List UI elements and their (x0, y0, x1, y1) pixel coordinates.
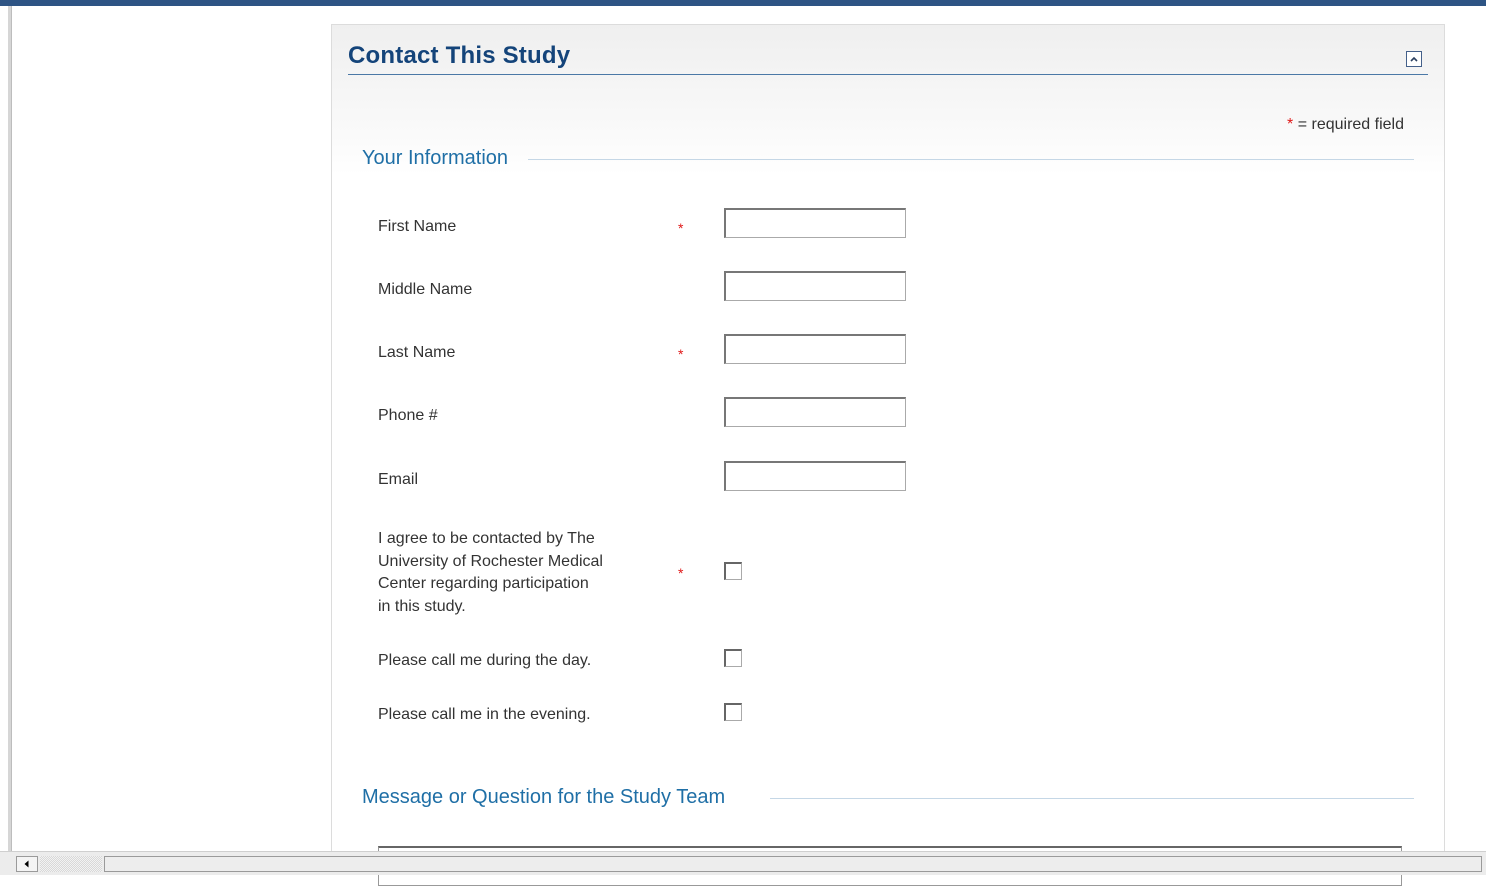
section-heading-your-information: Your Information (362, 147, 509, 169)
required-note-text: = required field (1297, 116, 1404, 133)
section-divider (528, 159, 1414, 160)
required-field-note: * = required field (1287, 116, 1404, 134)
first-name-input[interactable] (724, 208, 906, 238)
phone-input[interactable] (724, 397, 906, 427)
agree-label-line: Center regarding participation (378, 575, 589, 592)
phone-label: Phone # (378, 407, 438, 424)
email-input[interactable] (724, 461, 906, 491)
scrollbar-track[interactable] (40, 856, 102, 872)
panel-title: Contact This Study (348, 42, 571, 69)
horizontal-scrollbar[interactable] (0, 851, 1486, 875)
top-bar (0, 0, 1486, 6)
arrow-left-icon (24, 860, 29, 868)
call-evening-checkbox[interactable] (724, 703, 742, 721)
section-divider (770, 798, 1414, 799)
middle-name-label: Middle Name (378, 281, 473, 298)
section-heading-message: Message or Question for the Study Team (362, 786, 726, 808)
required-star: * (1287, 116, 1294, 133)
title-divider (348, 74, 1428, 75)
agree-label-line: I agree to be contacted by The (378, 530, 595, 547)
contact-study-panel: Contact This Study * = required field Yo… (331, 24, 1445, 886)
call-day-checkbox[interactable] (724, 649, 742, 667)
collapse-button[interactable] (1406, 51, 1422, 67)
agree-label-line: in this study. (378, 597, 466, 615)
agree-required-star: * (678, 565, 684, 581)
last-name-label: Last Name (378, 344, 456, 361)
scrollbar-thumb[interactable] (104, 856, 1482, 872)
chevron-up-icon (1410, 56, 1418, 62)
call-evening-label: Please call me in the evening. (378, 706, 591, 723)
first-name-label: First Name (378, 218, 457, 235)
email-label: Email (378, 471, 419, 488)
last-name-required-star: * (678, 346, 684, 362)
left-frame-edge (8, 6, 12, 851)
call-day-label: Please call me during the day. (378, 652, 592, 669)
agree-label-line: University of Rochester Medical (378, 552, 603, 570)
middle-name-input[interactable] (724, 271, 906, 301)
first-name-required-star: * (678, 220, 684, 236)
last-name-input[interactable] (724, 334, 906, 364)
agree-contact-checkbox[interactable] (724, 562, 742, 580)
scroll-left-button[interactable] (16, 856, 38, 872)
agree-contact-label: I agree to be contacted by The Universit… (378, 528, 603, 618)
